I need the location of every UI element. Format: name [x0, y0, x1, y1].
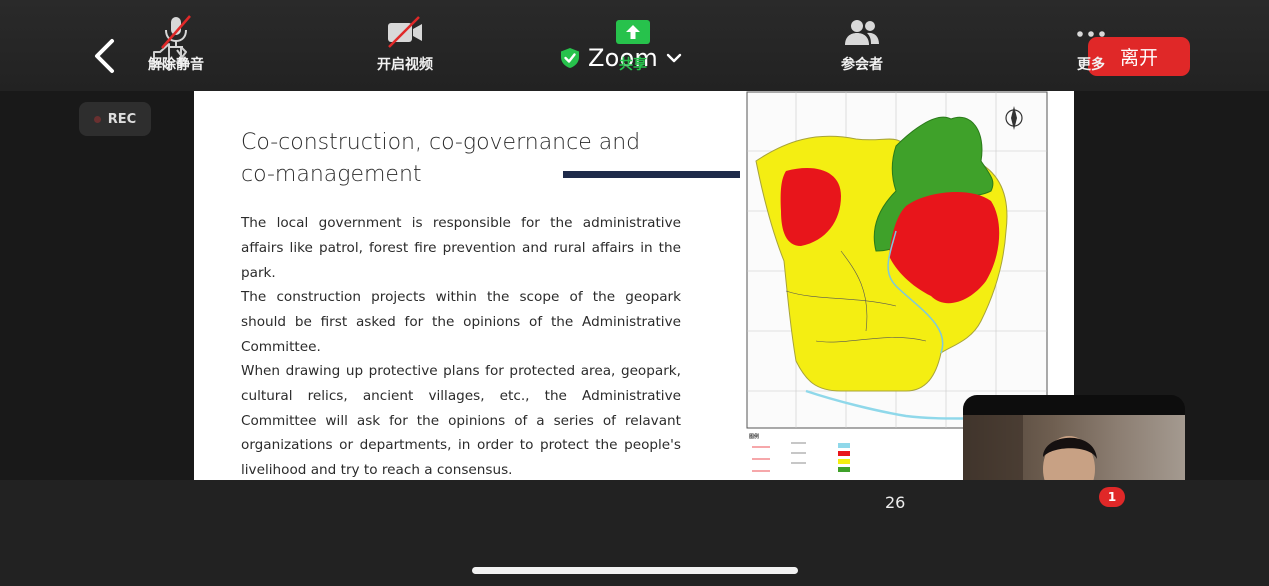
participants-label: 参会者 — [841, 57, 883, 73]
share-button[interactable]: 共享 — [573, 14, 693, 74]
slide-paragraph: When drawing up protective plans for pro… — [241, 363, 681, 479]
share-screen-icon — [616, 20, 650, 44]
video-off-icon — [388, 16, 422, 48]
start-video-label: 开启视频 — [377, 57, 433, 73]
slide-paragraph: The construction projects within the sco… — [241, 289, 681, 355]
mic-muted-icon — [161, 15, 191, 49]
svg-text:图例: 图例 — [749, 433, 759, 440]
participants-count: 26 — [885, 493, 906, 512]
chevron-left-icon — [95, 39, 114, 73]
more-label: 更多 — [1077, 57, 1105, 73]
share-label: 共享 — [619, 57, 647, 73]
slide-title: Co-construction, co-governance and co-ma… — [241, 130, 641, 187]
participants-button[interactable]: 参会者 — [802, 14, 922, 74]
more-button[interactable]: 更多 — [1031, 14, 1151, 74]
start-video-button[interactable]: 开启视频 — [345, 14, 465, 74]
slide-paragraph: The local government is responsible for … — [241, 215, 681, 281]
unmute-button[interactable]: 解除静音 — [116, 14, 236, 74]
unmute-label: 解除静音 — [148, 57, 204, 73]
shared-screen-area: REC Co-construction, co-governance and c… — [0, 91, 1269, 560]
rec-label: REC — [107, 111, 137, 127]
participants-icon — [845, 20, 879, 45]
shared-slide: Co-construction, co-governance and co-ma… — [194, 91, 1074, 480]
more-notification-badge: 1 — [1099, 487, 1125, 507]
recording-indicator: REC — [79, 102, 151, 136]
more-dots-icon — [1077, 31, 1105, 37]
title-divider — [563, 171, 740, 178]
home-indicator[interactable] — [472, 567, 798, 574]
record-dot-icon — [93, 115, 101, 123]
